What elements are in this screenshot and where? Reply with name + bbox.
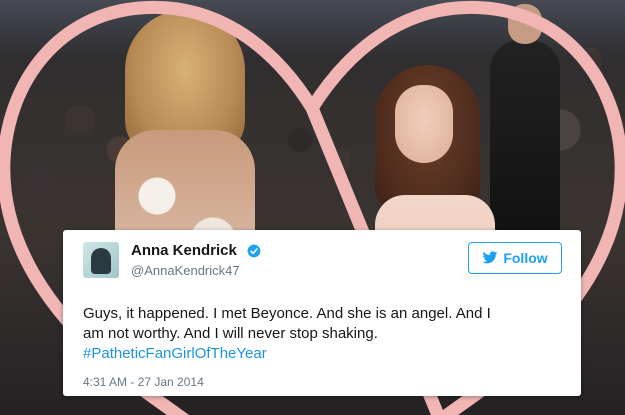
avatar[interactable]	[83, 242, 119, 278]
tweet-timestamp[interactable]: 4:31 AM - 27 Jan 2014	[83, 375, 204, 389]
follow-label: Follow	[503, 250, 548, 266]
avatar-figure	[91, 248, 111, 274]
verified-badge-icon	[247, 244, 261, 258]
hashtag-link[interactable]: #PatheticFanGirlOfTheYear	[83, 344, 563, 364]
twitter-bird-icon	[482, 251, 498, 264]
follow-button[interactable]: Follow	[468, 242, 562, 274]
tweet-card: Anna Kendrick @AnnaKendrick47 Follow Guy…	[63, 230, 581, 396]
tweet-text-line-2: am not worthy. And I will never stop sha…	[83, 325, 378, 342]
tweet-text-line-1: Guys, it happened. I met Beyonce. And sh…	[83, 305, 491, 322]
handle[interactable]: @AnnaKendrick47	[131, 263, 240, 278]
display-name[interactable]: Anna Kendrick	[131, 242, 237, 259]
tweet-text: Guys, it happened. I met Beyonce. And sh…	[83, 304, 563, 364]
